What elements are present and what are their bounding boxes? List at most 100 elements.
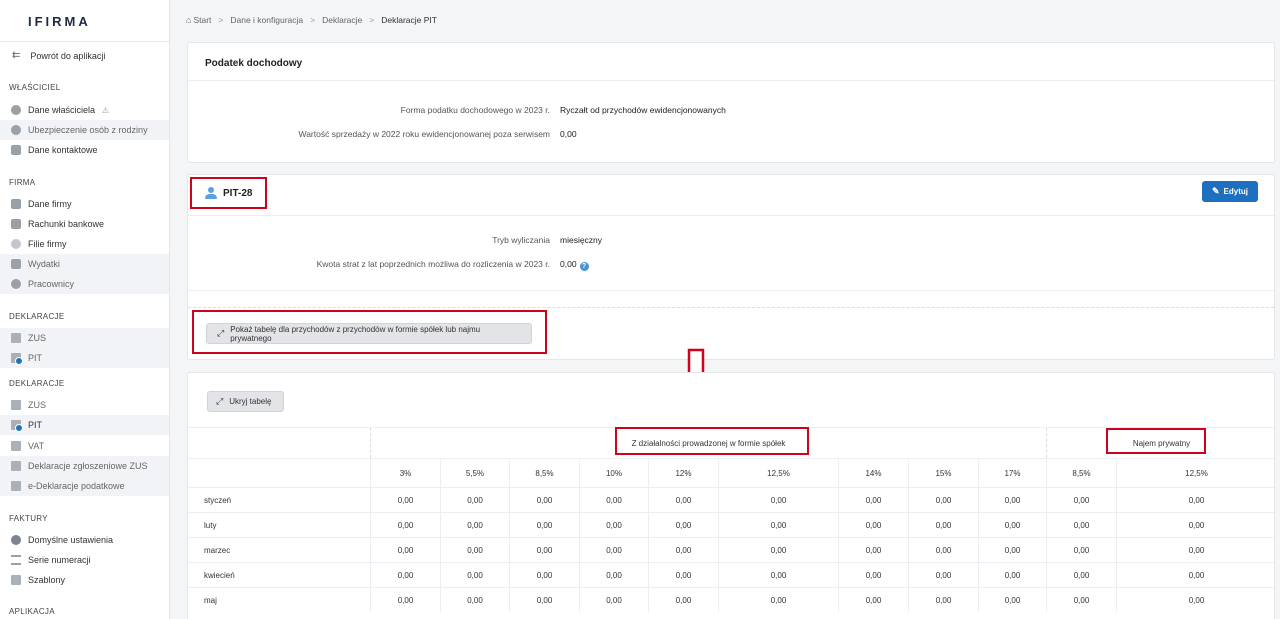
amount-cell[interactable]: 0,00 (978, 488, 1046, 512)
sidebar-item-label: Dane firmy (28, 199, 72, 209)
amount-cell[interactable]: 0,00 (718, 538, 838, 562)
amount-cell[interactable]: 0,00 (1116, 513, 1276, 537)
back-to-app-link[interactable]: ⇇ Powrót do aplikacji (12, 50, 105, 61)
hide-table-button[interactable]: ⤢ Ukryj tabelę (207, 391, 284, 412)
highlight-box (1106, 428, 1206, 454)
amount-cell[interactable]: 0,00 (1116, 588, 1276, 612)
document-info-icon (11, 420, 23, 432)
amount-cell[interactable]: 0,00 (838, 563, 908, 587)
amount-cell[interactable]: 0,00 (978, 538, 1046, 562)
edit-button[interactable]: ✎ Edytuj (1202, 181, 1258, 202)
amount-cell[interactable]: 0,00 (718, 488, 838, 512)
amount-cell[interactable]: 0,00 (718, 513, 838, 537)
amount-cell[interactable]: 0,00 (509, 513, 579, 537)
sidebar-item-default-settings[interactable]: Domyślne ustawienia (0, 530, 169, 550)
sidebar-item-branches[interactable]: Filie firmy (0, 234, 169, 254)
breadcrumb-config[interactable]: Dane i konfiguracja (230, 15, 303, 25)
amount-cell[interactable]: 0,00 (908, 488, 978, 512)
sidebar-item-numbering-series[interactable]: Serie numeracji (0, 550, 169, 570)
amount-cell[interactable]: 0,00 (838, 538, 908, 562)
amount-cell[interactable]: 0,00 (978, 563, 1046, 587)
amount-cell[interactable]: 0,00 (978, 513, 1046, 537)
amount-cell[interactable]: 0,00 (509, 563, 579, 587)
rate-header: 12,5% (1116, 459, 1276, 487)
amount-cell[interactable]: 0,00 (579, 513, 648, 537)
sidebar-item-employees[interactable]: Pracownicy (0, 274, 169, 294)
amount-cell[interactable]: 0,00 (648, 563, 718, 587)
amount-cell[interactable]: 0,00 (1116, 488, 1276, 512)
amount-cell[interactable]: 0,00 (370, 588, 440, 612)
sidebar-item-zus[interactable]: ZUS (0, 328, 169, 348)
amount-cell[interactable]: 0,00 (908, 563, 978, 587)
amount-cell[interactable]: 0,00 (718, 588, 838, 612)
amount-cell[interactable]: 0,00 (1116, 563, 1276, 587)
highlight-box (190, 177, 267, 209)
list-icon (11, 555, 21, 565)
amount-cell[interactable]: 0,00 (509, 538, 579, 562)
amount-cell[interactable]: 0,00 (370, 538, 440, 562)
sidebar-item-company-data[interactable]: Dane firmy (0, 194, 169, 214)
sidebar-item-e-declarations[interactable]: e-Deklaracje podatkowe (0, 476, 169, 496)
amount-cell[interactable]: 0,00 (370, 488, 440, 512)
breadcrumb: ⌂ Start > Dane i konfiguracja > Deklarac… (186, 15, 437, 25)
amount-cell[interactable]: 0,00 (579, 588, 648, 612)
amount-cell[interactable]: 0,00 (1046, 538, 1116, 562)
info-icon[interactable]: ? (579, 262, 589, 271)
amount-cell[interactable]: 0,00 (908, 588, 978, 612)
amount-cell[interactable]: 0,00 (908, 513, 978, 537)
amount-cell[interactable]: 0,00 (978, 588, 1046, 612)
amount-cell[interactable]: 0,00 (370, 563, 440, 587)
amount-cell[interactable]: 0,00 (1046, 588, 1116, 612)
document-info-icon (11, 353, 23, 365)
rate-header: 8,5% (509, 459, 579, 487)
breadcrumb-declarations[interactable]: Deklaracje (322, 15, 362, 25)
contact-card-icon (11, 145, 21, 155)
amount-cell[interactable]: 0,00 (440, 538, 509, 562)
sidebar-item-label: Serie numeracji (28, 555, 91, 565)
sidebar-item-family-insurance[interactable]: Ubezpieczenie osób z rodziny (0, 120, 169, 140)
sidebar-item-pit[interactable]: PIT (0, 415, 169, 435)
amount-cell[interactable]: 0,00 (648, 588, 718, 612)
ifirma-logo[interactable]: IFIRMA (28, 14, 91, 29)
sidebar-item-vat[interactable]: VAT (0, 436, 169, 456)
sidebar-item-zus-registration[interactable]: Deklaracje zgłoszeniowe ZUS (0, 456, 169, 476)
divider (188, 80, 1274, 81)
amount-cell[interactable]: 0,00 (1116, 538, 1276, 562)
sidebar-item-bank-accounts[interactable]: Rachunki bankowe (0, 214, 169, 234)
location-pin-icon (11, 239, 21, 249)
amount-cell[interactable]: 0,00 (838, 488, 908, 512)
amount-cell[interactable]: 0,00 (838, 588, 908, 612)
amount-cell[interactable]: 0,00 (1046, 563, 1116, 587)
amount-cell[interactable]: 0,00 (718, 563, 838, 587)
rate-header: 14% (838, 459, 908, 487)
amount-cell[interactable]: 0,00 (440, 588, 509, 612)
sidebar-item-expenses[interactable]: Wydatki (0, 254, 169, 274)
amount-cell[interactable]: 0,00 (1046, 513, 1116, 537)
amount-cell[interactable]: 0,00 (908, 538, 978, 562)
amount-cell[interactable]: 0,00 (579, 563, 648, 587)
sidebar-item-label: ZUS (28, 333, 46, 343)
amount-cell[interactable]: 0,00 (648, 538, 718, 562)
amount-cell[interactable]: 0,00 (440, 513, 509, 537)
amount-cell[interactable]: 0,00 (648, 513, 718, 537)
amount-cell[interactable]: 0,00 (648, 488, 718, 512)
sidebar-item-label: Filie firmy (28, 239, 67, 249)
sidebar-item-pit[interactable]: PIT (0, 348, 169, 368)
sidebar-item-zus[interactable]: ZUS (0, 395, 169, 415)
amount-cell[interactable]: 0,00 (838, 513, 908, 537)
breadcrumb-start[interactable]: Start (193, 15, 211, 25)
arrow-left-icon: ⇇ (12, 50, 21, 61)
sidebar-item-owner-data[interactable]: Dane właściciela ⚠ (0, 100, 169, 120)
amount-cell[interactable]: 0,00 (579, 538, 648, 562)
amount-cell[interactable]: 0,00 (440, 488, 509, 512)
amount-cell[interactable]: 0,00 (579, 488, 648, 512)
amount-cell[interactable]: 0,00 (370, 513, 440, 537)
month-label: styczeń (204, 495, 232, 505)
amount-cell[interactable]: 0,00 (440, 563, 509, 587)
amount-cell[interactable]: 0,00 (509, 588, 579, 612)
amount-cell[interactable]: 0,00 (1046, 488, 1116, 512)
amount-cell[interactable]: 0,00 (509, 488, 579, 512)
month-label: luty (204, 520, 217, 530)
sidebar-item-contact-data[interactable]: Dane kontaktowe (0, 140, 169, 160)
sidebar-item-templates[interactable]: Szablony (0, 570, 169, 590)
